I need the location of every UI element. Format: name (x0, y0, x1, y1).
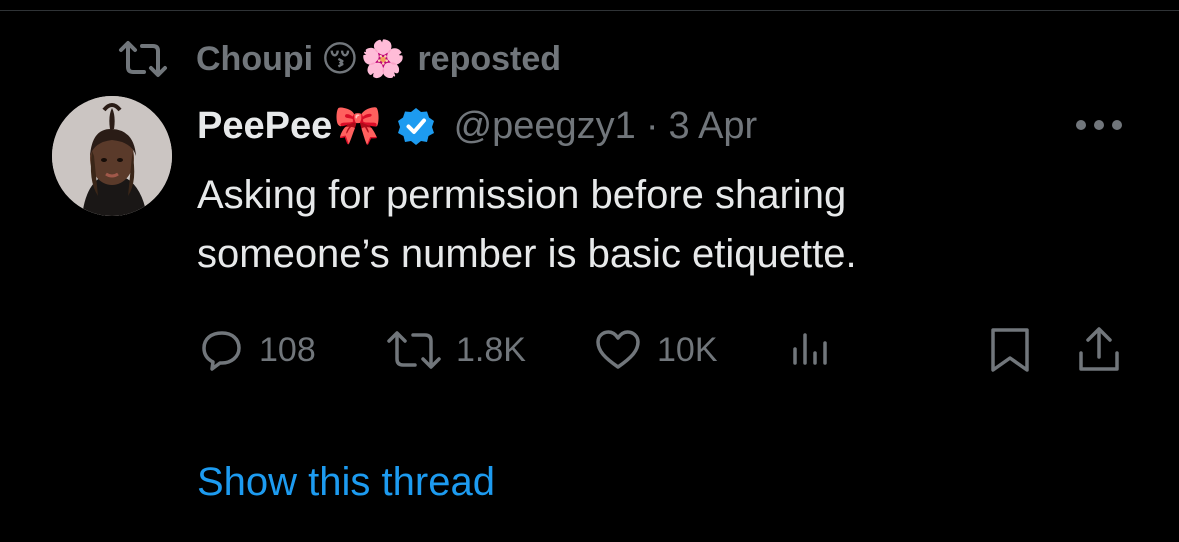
repost-icon (387, 331, 441, 369)
reply-icon (202, 331, 241, 371)
tweet-text: Asking for permission before sharing som… (197, 166, 1097, 284)
more-options-icon[interactable] (1074, 118, 1124, 132)
avatar-image (52, 96, 172, 216)
repost-count: 1.8K (456, 330, 526, 369)
repost-icon (119, 41, 167, 77)
share-button[interactable] (1076, 322, 1122, 378)
avatar[interactable] (52, 96, 172, 216)
reply-count: 108 (259, 330, 316, 369)
views-chart-icon (793, 333, 827, 365)
bookmark-button[interactable] (988, 322, 1032, 378)
ribbon-emoji: 🎀 (334, 105, 382, 147)
heart-icon (596, 330, 640, 369)
repost-banner[interactable]: Choupi 😚 🌸 reposted (118, 36, 561, 82)
show-thread-link[interactable]: Show this thread (197, 460, 495, 505)
reply-button[interactable]: 108 (199, 322, 316, 378)
repost-button[interactable]: 1.8K (386, 322, 526, 378)
views-button[interactable] (790, 322, 830, 378)
repost-user-emoji-cherry-blossom: 🌸 (360, 38, 406, 79)
like-count: 10K (657, 330, 718, 369)
bookmark-icon (991, 328, 1029, 372)
verified-badge-icon (397, 108, 434, 145)
repost-user-emoji-kissing-face: 😚 (321, 38, 359, 79)
author-handle[interactable]: @peegzy1 (454, 105, 636, 148)
author-display-name[interactable]: PeePee (197, 105, 332, 148)
tweet-text-line: someone’s number is basic etiquette. (197, 232, 857, 276)
separator-dot: · (645, 104, 659, 147)
tweet-header: PeePee 🎀 @peegzy1 · 3 Apr (197, 100, 757, 152)
tweet-text-line: Asking for permission before sharing (197, 173, 847, 217)
share-icon (1079, 327, 1119, 371)
top-divider (0, 10, 1179, 11)
tweet-date[interactable]: 3 Apr (668, 105, 757, 148)
repost-user-name[interactable]: Choupi (196, 40, 313, 79)
like-button[interactable]: 10K (593, 322, 718, 378)
reposted-label: reposted (417, 39, 562, 78)
tweet-actions: 108 1.8K 10K (0, 322, 1179, 378)
